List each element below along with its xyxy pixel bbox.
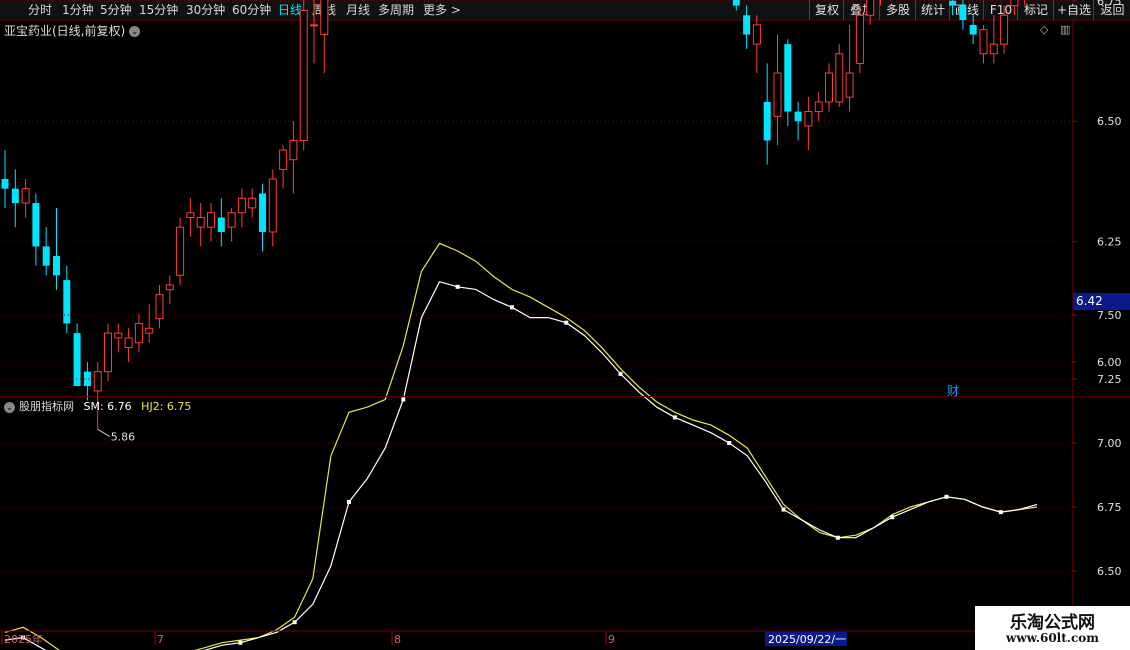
candle-body <box>104 332 112 373</box>
sm-marker <box>672 415 677 420</box>
candle-body <box>155 294 164 320</box>
candle-body <box>794 111 802 122</box>
sm-marker <box>455 284 460 289</box>
candle-body <box>114 332 123 339</box>
sm-marker <box>347 499 351 504</box>
watermark-logo: 乐淘公式网 www.60lt.com <box>975 606 1130 650</box>
y-tick-label: 6.75 <box>1097 0 1122 8</box>
sm-marker <box>890 515 895 520</box>
candle-body <box>196 217 205 228</box>
candle-body <box>989 43 998 55</box>
candle-body <box>217 217 225 232</box>
candle-body <box>42 246 50 266</box>
candle-body <box>825 72 833 103</box>
hj2-value: HJ2: 6.75 <box>141 400 192 413</box>
current-price-label: 6.42 <box>1073 293 1130 310</box>
x-tick-label: 8 <box>394 633 401 646</box>
candle-body <box>845 72 854 98</box>
candle-body <box>279 149 288 170</box>
candle-body <box>259 193 266 232</box>
y-tick-label: 7.00 <box>1097 437 1122 450</box>
y-tick-label: 6.00 <box>1097 356 1122 369</box>
candle-body <box>32 203 40 247</box>
candle-body <box>227 212 236 228</box>
candle-body <box>176 226 185 276</box>
y-tick-label: 6.50 <box>1097 565 1122 578</box>
sm-marker <box>618 371 623 376</box>
candle-body <box>63 280 71 324</box>
sm-marker <box>238 640 243 645</box>
candle-body <box>11 188 19 204</box>
candle-body <box>814 101 823 113</box>
y-tick-label: 7.50 <box>1097 309 1122 322</box>
cursor-date-label: 2025/09/22/一 <box>768 633 846 646</box>
panel-divider <box>0 396 1130 397</box>
candle-body <box>763 101 771 141</box>
candle-body <box>835 53 844 103</box>
sm-marker <box>727 441 732 445</box>
sm-marker <box>292 620 297 625</box>
chevron-down-icon[interactable]: ⌄ <box>4 401 15 413</box>
watermark-title: 乐淘公式网 <box>1010 613 1095 633</box>
candle-body <box>979 29 988 55</box>
candle-body <box>186 212 195 219</box>
candle-body <box>743 15 751 35</box>
low-arrow <box>97 428 110 437</box>
y-tick-label: 6.50 <box>1097 115 1122 128</box>
candle-body <box>320 0 329 36</box>
watermark-url: www.60lt.com <box>1006 631 1099 645</box>
series-sm-line <box>4 280 1038 650</box>
sm-marker <box>401 397 406 402</box>
candle-body <box>732 0 740 6</box>
candle-body <box>969 24 977 35</box>
candle-body <box>1 178 9 189</box>
candle-body <box>773 72 782 117</box>
candle-body <box>268 178 277 233</box>
sm-marker <box>564 320 569 325</box>
x-tick-label: 9 <box>608 633 615 646</box>
candle-body <box>248 197 257 209</box>
candle-body <box>21 188 30 204</box>
sm-marker <box>944 494 949 499</box>
x-tick-label: 7 <box>157 633 164 646</box>
candle-body <box>1000 14 1009 45</box>
sm-marker <box>509 305 514 310</box>
candle-body <box>124 337 133 349</box>
candle-body <box>855 14 864 64</box>
candle-body <box>752 24 761 45</box>
sm-value: SM: 6.76 <box>83 400 132 413</box>
candle-body <box>804 111 813 127</box>
candle-body <box>784 44 792 112</box>
candle-body <box>207 212 215 228</box>
y-tick-label: 6.75 <box>1097 501 1122 514</box>
low-label: 5.86 <box>111 430 136 443</box>
y-tick-label: 6.25 <box>1097 236 1122 249</box>
candle-body <box>53 256 60 276</box>
finance-marker[interactable]: 财 <box>947 382 959 399</box>
indicator-name: 股朋指标网 <box>19 400 74 413</box>
kline-chart[interactable]: 6.006.256.506.757.007.257.507.758.008.25… <box>0 0 1130 650</box>
indicator-title: ⌄ 股朋指标网 SM: 6.76 HJ2: 6.75 <box>4 398 191 414</box>
candle-body <box>866 0 875 16</box>
candle-body <box>73 333 81 387</box>
candle-body <box>237 197 246 214</box>
candle-body <box>310 24 318 27</box>
x-tick-label: 2025年 <box>4 632 43 646</box>
sm-marker <box>998 510 1003 515</box>
candle-body <box>949 0 957 6</box>
candle-body <box>134 322 143 344</box>
candle-body <box>299 9 308 141</box>
candle-body <box>93 371 102 392</box>
sm-marker <box>835 535 840 540</box>
candle-body <box>289 139 298 161</box>
candle-body <box>1010 0 1019 7</box>
candle-body <box>165 284 174 291</box>
y-tick-label: 7.25 <box>1097 373 1122 386</box>
sm-marker <box>781 507 786 512</box>
candle-body <box>145 327 154 334</box>
candle-body <box>959 5 967 21</box>
